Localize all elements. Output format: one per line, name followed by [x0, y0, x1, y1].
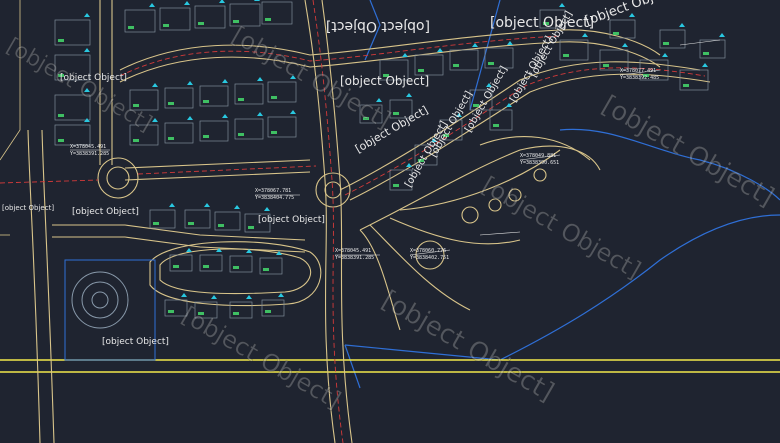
elevation-marker	[238, 98, 244, 101]
elevation-marker	[58, 139, 64, 142]
elevation-marker	[263, 268, 269, 271]
building-label: [object Object]	[326, 18, 430, 34]
elevation-marker	[168, 137, 174, 140]
elevation-marker	[248, 226, 254, 229]
elevation-marker	[488, 62, 494, 65]
elevation-marker	[393, 184, 399, 187]
elevation-marker	[153, 222, 159, 225]
coord-label: Y=3838392.485	[620, 75, 659, 81]
elevation-marker	[218, 224, 224, 227]
elevation-marker	[58, 39, 64, 42]
elevation-marker	[233, 20, 239, 23]
elevation-marker	[233, 266, 239, 269]
coord-label: X=378045.491	[70, 144, 106, 150]
coord-label: Y=3838391.285	[335, 255, 374, 261]
elevation-marker	[203, 265, 209, 268]
elevation-marker	[703, 52, 709, 55]
elevation-marker	[563, 54, 569, 57]
elevation-marker	[58, 114, 64, 117]
building-label: [object Object]	[490, 15, 594, 31]
elevation-marker	[238, 133, 244, 136]
elevation-marker	[133, 139, 139, 142]
elevation-marker	[453, 64, 459, 67]
coord-label: Y=3838404.775	[255, 195, 294, 201]
elevation-marker	[493, 124, 499, 127]
building-label: [object Object]	[258, 215, 325, 225]
elevation-marker	[683, 84, 689, 87]
cad-site-plan: X=378045.491 Y=3838391.285 X=378067.781 …	[0, 0, 780, 443]
coord-label: X=378045.491	[335, 248, 371, 254]
elevation-marker	[128, 26, 134, 29]
elevation-marker	[613, 32, 619, 35]
building-label: [object Object]	[2, 204, 54, 212]
coord-label: X=378067.781	[255, 188, 291, 194]
coord-label: X=378077.491	[620, 68, 656, 74]
elevation-marker	[603, 64, 609, 67]
elevation-marker	[168, 102, 174, 105]
elevation-marker	[198, 22, 204, 25]
cad-background	[0, 0, 780, 443]
coord-label: X=378049.881	[520, 153, 556, 159]
elevation-marker	[203, 135, 209, 138]
coord-label: X=378060.776	[410, 248, 446, 254]
coord-label: Y=3838402.751	[410, 255, 449, 261]
elevation-marker	[265, 18, 271, 21]
elevation-marker	[663, 42, 669, 45]
coord-label: Y=3838391.285	[70, 151, 109, 157]
elevation-marker	[265, 310, 271, 313]
elevation-marker	[188, 222, 194, 225]
elevation-marker	[168, 310, 174, 313]
elevation-marker	[233, 312, 239, 315]
elevation-marker	[418, 69, 424, 72]
elevation-marker	[163, 24, 169, 27]
elevation-marker	[271, 131, 277, 134]
elevation-marker	[271, 96, 277, 99]
elevation-marker	[203, 100, 209, 103]
coord-label: Y=3838390.651	[520, 160, 559, 166]
building-label: [object Object]	[72, 207, 139, 217]
building-label: [object Object]	[102, 337, 169, 347]
elevation-marker	[173, 265, 179, 268]
entrance-marker	[254, 0, 260, 1]
